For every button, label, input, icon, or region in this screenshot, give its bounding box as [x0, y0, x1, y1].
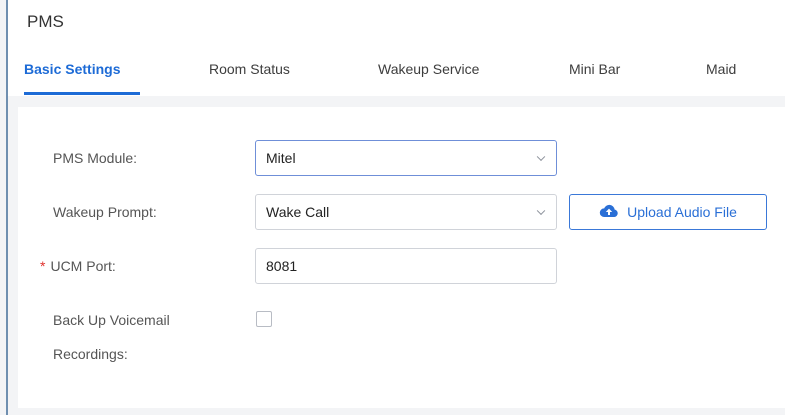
- chevron-down-icon: [536, 206, 546, 216]
- cloud-upload-icon: [599, 203, 619, 221]
- wakeup-prompt-select[interactable]: Wake Call: [255, 194, 557, 230]
- page-title: PMS: [27, 12, 64, 31]
- tab-mini-bar[interactable]: Mini Bar: [569, 61, 620, 77]
- ucm-port-label: UCM Port:: [50, 258, 116, 274]
- ucm-port-label-row: * UCM Port:: [40, 258, 116, 274]
- backup-voicemail-label-line1: Back Up Voicemail: [53, 312, 170, 328]
- upload-audio-file-button[interactable]: Upload Audio File: [569, 194, 767, 230]
- tab-basic-settings[interactable]: Basic Settings: [24, 61, 120, 77]
- pms-module-value: Mitel: [266, 150, 296, 166]
- tab-bar: Basic Settings Room Status Wakeup Servic…: [8, 55, 785, 95]
- chevron-down-icon: [536, 152, 546, 162]
- pms-module-select[interactable]: Mitel: [255, 140, 557, 176]
- tab-wakeup-service[interactable]: Wakeup Service: [378, 61, 479, 77]
- tab-room-status[interactable]: Room Status: [209, 61, 290, 77]
- tab-maid[interactable]: Maid: [706, 61, 736, 77]
- ucm-port-input[interactable]: [255, 248, 557, 284]
- required-marker: *: [40, 258, 46, 274]
- upload-button-label: Upload Audio File: [627, 204, 737, 220]
- wakeup-prompt-label: Wakeup Prompt:: [53, 204, 157, 220]
- active-tab-indicator: [24, 92, 140, 95]
- pms-module-label: PMS Module:: [53, 150, 138, 166]
- wakeup-prompt-value: Wake Call: [266, 204, 330, 220]
- backup-voicemail-checkbox[interactable]: [256, 311, 272, 327]
- backup-voicemail-label-line2: Recordings:: [53, 346, 128, 362]
